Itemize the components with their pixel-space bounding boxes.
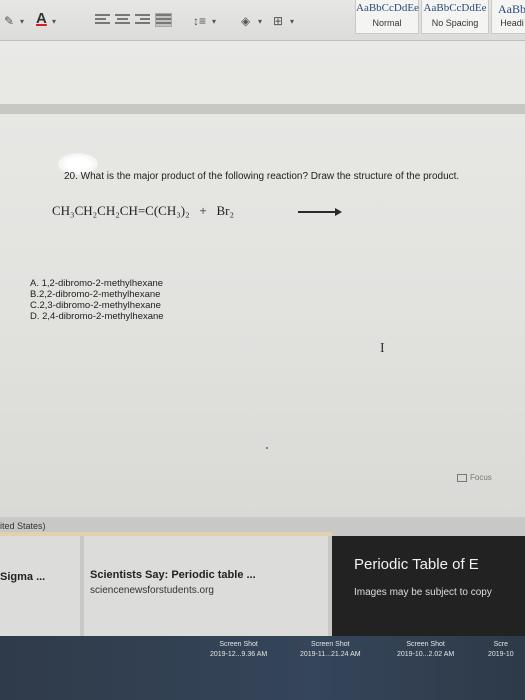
desktop-file[interactable]: Scre 2019-10 [488, 640, 514, 660]
reaction-arrow-icon [298, 208, 342, 216]
text-cursor-icon: I [380, 341, 385, 356]
file-date: 2019-10...2.02 AM [397, 651, 455, 658]
desktop-file[interactable]: Screen Shot 2019-11...21.24 AM [300, 640, 361, 660]
result-card-sigma[interactable] [0, 536, 80, 636]
file-name: Scre [493, 641, 509, 648]
page-gap [0, 104, 525, 114]
preview-title[interactable]: Periodic Table of E [354, 556, 479, 573]
option-a: A. 1,2-dibromo-2-methylhexane [30, 278, 164, 289]
file-date: 2019-10 [488, 651, 514, 658]
result-title[interactable]: Sigma ... [0, 571, 45, 583]
result-title[interactable]: Scientists Say: Periodic table ... [90, 569, 256, 581]
plus-sign: + [199, 203, 207, 218]
focus-button[interactable]: Focus [457, 473, 492, 482]
option-c: C.2,3-dibromo-2-methylhexane [30, 300, 161, 311]
style-name: Normal [372, 18, 402, 28]
speck [266, 447, 268, 449]
focus-icon [457, 473, 467, 482]
style-name: No Spacing [431, 18, 479, 28]
file-date: 2019-11...21.24 AM [300, 651, 361, 658]
desktop-file[interactable]: Screen Shot 2019-10...2.02 AM [397, 640, 454, 660]
align-center-icon[interactable] [115, 14, 130, 26]
style-sample: AaBbCcDdEe [356, 2, 419, 14]
option-b: B.2,2-dibromo-2-methylhexane [30, 289, 161, 300]
chevron-down-icon[interactable]: ▾ [52, 17, 56, 26]
style-name: Headi [500, 18, 524, 28]
ribbon-toolbar: ✎ ▾ A ▾ ↕≡ ▾ ◈ ▾ ⊞ ▾ AaBbCcDdEe Normal A… [0, 0, 525, 41]
result-source: sciencenewsforstudents.org [90, 585, 214, 596]
focus-label: Focus [470, 473, 492, 482]
justify-icon[interactable] [155, 13, 172, 27]
desktop-file[interactable]: Screen Shot 2019-12...9.36 AM [210, 640, 267, 660]
style-sample: AaBb [498, 2, 525, 16]
reagent: Br₂ [216, 203, 235, 218]
image-preview-panel[interactable] [332, 536, 525, 636]
chevron-down-icon[interactable]: ▾ [20, 17, 24, 26]
file-name: Screen Shot [311, 641, 350, 648]
answer-options: A. 1,2-dibromo-2-methylhexane B.2,2-dibr… [30, 278, 164, 322]
copyright-note: Images may be subject to copy [354, 587, 492, 598]
reaction-equation: CH₃CH₂CH₂CH=C(CH₃)₂ + Br₂ [52, 203, 234, 219]
file-date: 2019-12...9.36 AM [210, 651, 268, 658]
reactant: CH₃CH₂CH₂CH=C(CH₃)₂ [52, 203, 190, 218]
style-sample: AaBbCcDdEe [423, 2, 487, 14]
chevron-down-icon[interactable]: ▾ [290, 17, 294, 26]
chevron-down-icon[interactable]: ▾ [212, 17, 216, 26]
chevron-down-icon[interactable]: ▾ [258, 17, 262, 26]
file-name: Screen Shot [406, 641, 445, 648]
borders-icon[interactable]: ⊞ [273, 14, 283, 28]
region-label: ited States) [0, 521, 46, 531]
style-heading[interactable]: AaBb Headi [491, 0, 525, 34]
font-color-button[interactable]: A [36, 10, 47, 27]
style-no-spacing[interactable]: AaBbCcDdEe No Spacing [421, 0, 489, 34]
align-left-icon[interactable] [95, 14, 110, 26]
file-name: Screen Shot [219, 641, 258, 648]
align-right-icon[interactable] [135, 14, 150, 26]
pen-icon[interactable]: ✎ [4, 14, 14, 28]
style-normal[interactable]: AaBbCcDdEe Normal [355, 0, 419, 34]
shading-icon[interactable]: ◈ [241, 14, 250, 28]
question-text: 20. What is the major product of the fol… [64, 171, 460, 182]
option-d: D. 2,4-dibromo-2-methylhexane [30, 311, 164, 322]
line-spacing-icon[interactable]: ↕≡ [193, 14, 206, 28]
